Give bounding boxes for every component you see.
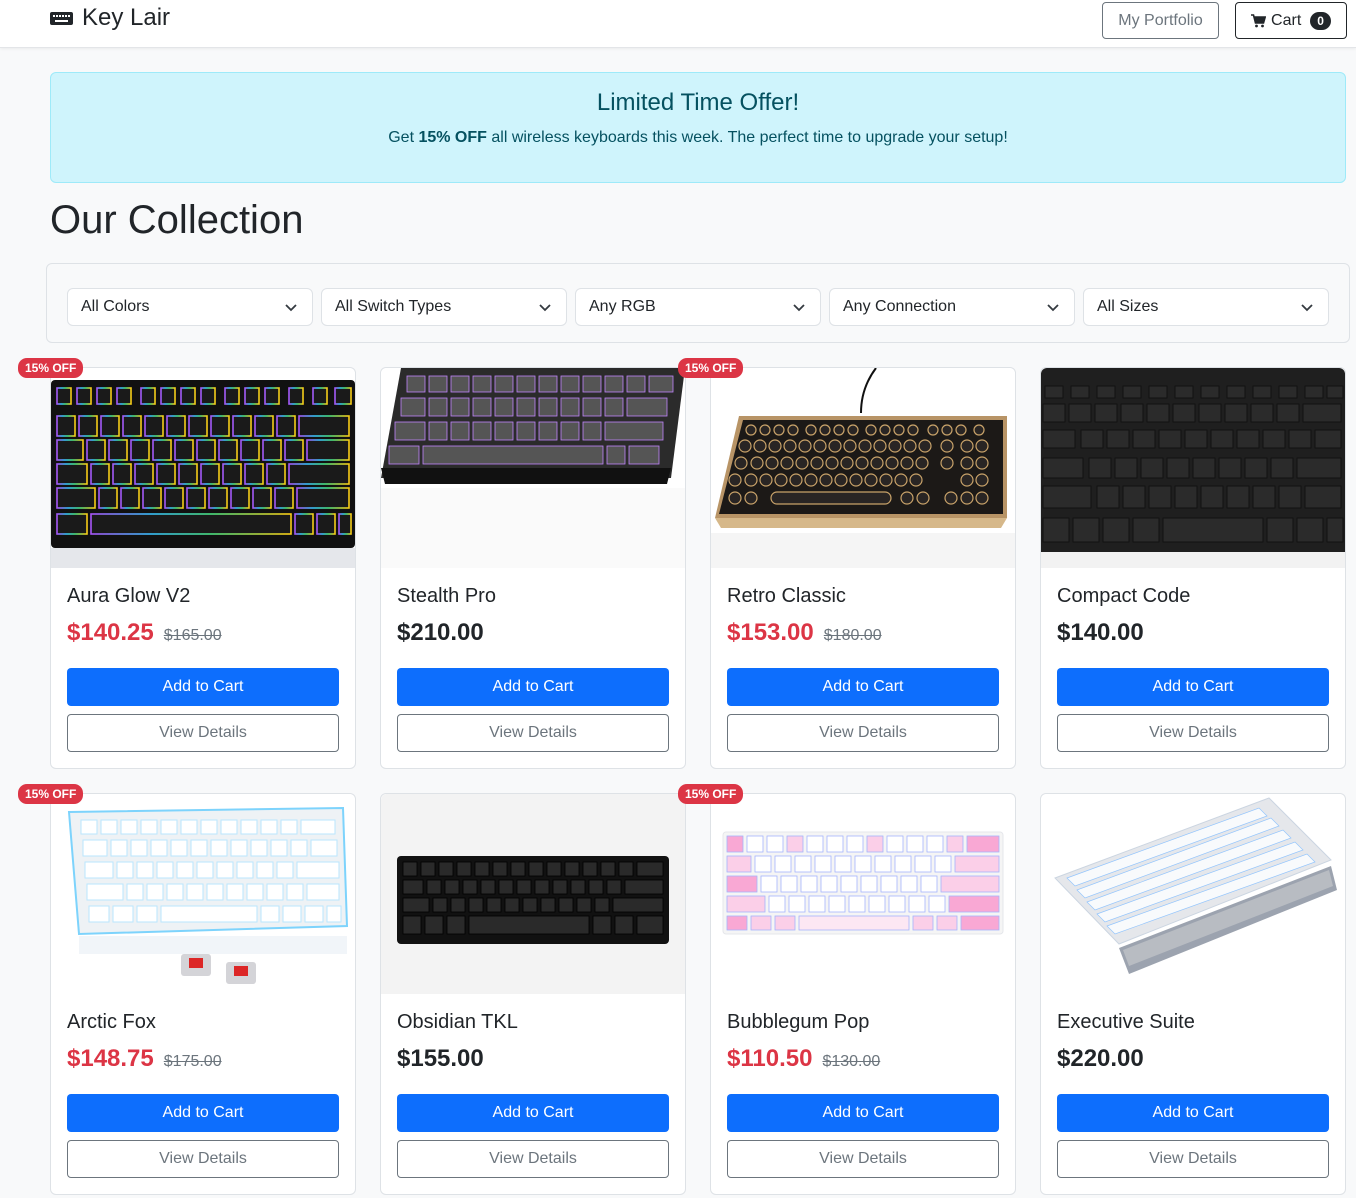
product-price: $210.00 [397,619,484,646]
switch-type-filter-select[interactable]: All Switch Types [321,288,567,326]
view-details-button[interactable]: View Details [727,714,999,752]
view-details-button[interactable]: View Details [67,714,339,752]
view-details-button[interactable]: View Details [397,714,669,752]
view-details-button[interactable]: View Details [1057,714,1329,752]
portfolio-label: My Portfolio [1118,11,1203,29]
rgb-filter-value: Any RGB [589,298,656,315]
brand[interactable]: Key Lair [50,4,170,32]
navbar: Key Lair My Portfolio Cart 0 [0,0,1356,48]
cart-count-badge: 0 [1310,11,1331,30]
product-name: Executive Suite [1057,1011,1195,1033]
product-card: 15% OFF Retro Classic $153.00 $180.00 Ad… [678,358,1016,769]
product-card: Stealth Pro $210.00 Add to Cart View Det… [380,367,686,769]
product-price: $140.25 [67,619,154,646]
promo-banner: Limited Time Offer! Get 15% OFF all wire… [50,72,1346,183]
price-row: $140.00 [1057,619,1144,647]
price-row: $153.00 $180.00 [727,619,882,647]
product-card: Obsidian TKL $155.00 Add to Cart View De… [380,793,686,1195]
add-to-cart-button[interactable]: Add to Cart [67,668,339,706]
view-details-button[interactable]: View Details [1057,1140,1329,1178]
add-to-cart-button[interactable]: Add to Cart [1057,668,1329,706]
original-price: $165.00 [163,627,222,644]
product-price: $153.00 [727,619,814,646]
view-details-button[interactable]: View Details [397,1140,669,1178]
product-name: Aura Glow V2 [67,585,191,607]
product-name: Compact Code [1057,585,1191,607]
add-to-cart-button[interactable]: Add to Cart [1057,1094,1329,1132]
keyboard-icon [50,11,73,25]
chevron-down-icon [539,304,551,312]
product-name: Retro Classic [727,585,846,607]
size-filter-select[interactable]: All Sizes [1083,288,1329,326]
product-image[interactable] [1041,794,1345,994]
size-filter-value: All Sizes [1097,298,1159,315]
original-price: $175.00 [163,1053,222,1070]
product-price: $110.50 [727,1045,813,1072]
price-row: $140.25 $165.00 [67,619,222,647]
original-price: $130.00 [822,1053,881,1070]
discount-badge: 15% OFF [678,784,744,805]
brand-name: Key Lair [82,4,171,31]
chevron-down-icon [793,304,805,312]
product-card: 15% OFF Arctic Fox $148.75 $175.00 Add t… [18,784,356,1195]
filter-bar: All Colors All Switch Types Any RGB Any … [46,263,1350,343]
product-card: Executive Suite $220.00 Add to Cart View… [1040,793,1346,1195]
product-card: 15% OFF Aura Glow V2 $140.25 $165.00 Add… [18,358,356,769]
product-price: $220.00 [1057,1045,1144,1072]
promo-text-suffix: all wireless keyboards this week. The pe… [486,129,1008,146]
cart-label: Cart [1271,11,1302,29]
color-filter-value: All Colors [81,298,150,315]
add-to-cart-button[interactable]: Add to Cart [397,668,669,706]
price-row: $148.75 $175.00 [67,1045,222,1073]
connection-filter-select[interactable]: Any Connection [829,288,1075,326]
product-image[interactable] [51,368,355,568]
product-price: $155.00 [397,1045,484,1072]
add-to-cart-button[interactable]: Add to Cart [397,1094,669,1132]
chevron-down-icon [1047,304,1059,312]
add-to-cart-button[interactable]: Add to Cart [67,1094,339,1132]
rgb-filter-select[interactable]: Any RGB [575,288,821,326]
product-name: Arctic Fox [67,1011,156,1033]
product-card: 15% OFF Bubblegum Pop $110.50 $130.00 Ad… [678,784,1016,1195]
discount-badge: 15% OFF [18,784,84,805]
cart-icon [1251,14,1267,28]
product-image[interactable] [381,368,685,568]
price-row: $210.00 [397,619,484,647]
discount-badge: 15% OFF [678,358,744,379]
color-filter-select[interactable]: All Colors [67,288,313,326]
product-image[interactable] [381,794,685,994]
product-name: Obsidian TKL [397,1011,518,1033]
price-row: $110.50 $130.00 [727,1045,880,1073]
page-title: Our Collection [50,198,304,242]
discount-badge: 15% OFF [18,358,84,379]
product-image[interactable] [51,794,355,994]
connection-filter-value: Any Connection [843,298,956,315]
product-card: Compact Code $140.00 Add to Cart View De… [1040,367,1346,769]
cart-button[interactable]: Cart 0 [1235,2,1347,39]
portfolio-button[interactable]: My Portfolio [1102,2,1219,39]
price-row: $155.00 [397,1045,484,1073]
promo-text: Get 15% OFF all wireless keyboards this … [51,129,1345,147]
price-row: $220.00 [1057,1045,1144,1073]
switch-type-filter-value: All Switch Types [335,298,452,315]
product-image[interactable] [711,368,1015,568]
product-name: Stealth Pro [397,585,496,607]
promo-title: Limited Time Offer! [596,89,800,116]
promo-text-prefix: Get [388,129,419,146]
original-price: $180.00 [823,627,882,644]
product-image[interactable] [711,794,1015,994]
chevron-down-icon [285,304,297,312]
view-details-button[interactable]: View Details [727,1140,999,1178]
product-price: $148.75 [67,1045,154,1072]
product-image[interactable] [1041,368,1345,568]
promo-text-bold: 15% OFF [418,129,487,146]
view-details-button[interactable]: View Details [67,1140,339,1178]
product-price: $140.00 [1057,619,1144,646]
add-to-cart-button[interactable]: Add to Cart [727,668,999,706]
add-to-cart-button[interactable]: Add to Cart [727,1094,999,1132]
product-name: Bubblegum Pop [727,1011,870,1033]
chevron-down-icon [1301,304,1313,312]
